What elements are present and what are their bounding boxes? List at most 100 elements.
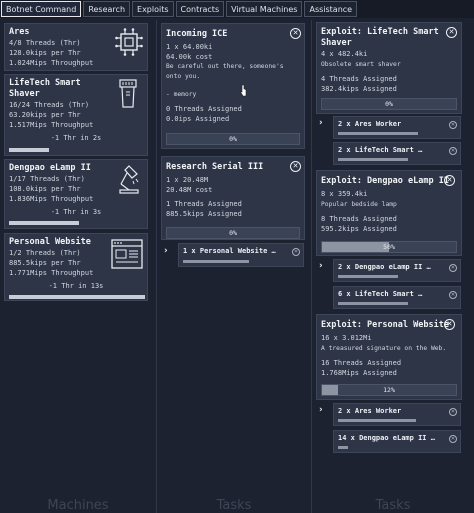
cpu-chip-icon [115, 28, 143, 56]
task-card-exploit-lifetech[interactable]: Exploit: LifeTech Smart Shaver 4 x 482.4… [316, 22, 462, 114]
subtask-label: 2 x LifeTech Smart … [338, 146, 423, 154]
task-qty: 8 x 359.4ki [321, 190, 368, 198]
close-subtask-button[interactable]: ✕ [449, 121, 457, 129]
task-description: A treasured signature on the Web. [321, 345, 447, 352]
task-qty: 1 x 20.48M [166, 176, 209, 184]
task-title-cont: Shaver [321, 38, 352, 48]
machine-throughput: 1.836Mips Throughput [9, 195, 94, 203]
task-tag: - memory [166, 91, 197, 98]
subtask-ares-worker[interactable]: 2 x Ares Worker ✕ [333, 403, 461, 426]
close-task-button[interactable]: ✕ [444, 319, 455, 330]
task-description: Be careful out there, someone's [166, 63, 284, 70]
browser-window-icon [111, 239, 143, 269]
tab-research[interactable]: Research [83, 1, 131, 17]
subtask-label: 6 x LifeTech Smart … [338, 290, 423, 298]
chevron-right-icon[interactable]: › [319, 118, 323, 128]
machine-card-dengpao-elamp[interactable]: Dengpao eLamp II 1/17 Threads (Thr) 108.… [4, 159, 148, 229]
task-title: Exploit: Personal Website [321, 320, 449, 330]
task-title: Exploit: LifeTech Smart [321, 27, 439, 37]
close-task-button[interactable]: ✕ [444, 175, 455, 186]
machine-name: LifeTech Smart Shaver [9, 78, 81, 99]
subtask-progress-bar [183, 260, 249, 263]
task-rate: 595.2kips Assigned [321, 225, 397, 233]
tasks-column-1-title: Tasks [216, 498, 252, 513]
task-cost: 20.48M cost [166, 186, 213, 194]
subtask-lifetech-smart[interactable]: 2 x LifeTech Smart … ✕ [333, 142, 461, 165]
machine-thread-timer: -1 Thr in 3s [50, 208, 102, 216]
task-progress-label: 50% [383, 243, 395, 251]
close-subtask-button[interactable]: ✕ [449, 291, 457, 299]
close-subtask-button[interactable]: ✕ [292, 248, 300, 256]
machine-thread-timer: -1 Thr in 2s [50, 134, 102, 142]
subtask-progress-bar [338, 275, 398, 278]
desk-lamp-icon [119, 165, 139, 194]
subtask-personal-website[interactable]: 1 x Personal Website … ✕ [178, 243, 304, 267]
thread-timer-bar [9, 295, 145, 299]
tab-botnet-command[interactable]: Botnet Command [1, 1, 82, 17]
subtask-progress-bar [338, 302, 408, 305]
subtask-label: 14 x Dengpao eLamp II … [338, 434, 435, 442]
close-subtask-button[interactable]: ✕ [449, 408, 457, 416]
close-task-button[interactable]: ✕ [290, 28, 301, 39]
task-progress-bar: 0% [166, 227, 300, 239]
tab-exploits[interactable]: Exploits [132, 1, 174, 17]
task-card-exploit-dengpao[interactable]: Exploit: Dengpao eLamp II 8 x 359.4ki Po… [316, 170, 462, 256]
task-title: Incoming ICE [166, 29, 228, 39]
machine-card-personal-website[interactable]: Personal Website 1/2 Threads (Thr) 885.5… [4, 233, 148, 301]
task-rate: 1.768Mips Assigned [321, 369, 397, 377]
machine-throughput: 1.771Mips Throughput [9, 269, 94, 277]
task-progress-bar: 12% [321, 384, 457, 396]
machines-column-title: Machines [47, 498, 109, 513]
machine-throughput: 1.517Mips Throughput [9, 121, 94, 129]
chevron-right-icon[interactable]: › [319, 405, 323, 415]
task-cost: 64.00k cost [166, 53, 213, 61]
chevron-right-icon[interactable]: › [164, 246, 168, 256]
tab-virtual-machines[interactable]: Virtual Machines [226, 1, 303, 17]
task-threads: 0 Threads Assigned [166, 105, 242, 113]
shaver-icon [119, 79, 137, 108]
machine-card-lifetech-shaver[interactable]: LifeTech Smart Shaver 16/24 Threads (Thr… [4, 74, 148, 156]
subtask-ares-worker[interactable]: 2 x Ares Worker ✕ [333, 116, 461, 139]
task-progress-bar: 50% [321, 241, 457, 253]
subtask-progress-bar [338, 446, 348, 449]
close-task-button[interactable]: ✕ [290, 161, 301, 172]
subtask-label: 2 x Ares Worker [338, 407, 402, 415]
task-description-cont: onto you. [166, 73, 201, 80]
subtask-lifetech-smart[interactable]: 6 x LifeTech Smart … ✕ [333, 286, 461, 309]
task-progress-label: 0% [229, 135, 237, 143]
task-rate: 382.4kips Assigned [321, 85, 397, 93]
task-progress-bar: 0% [321, 98, 457, 110]
task-threads: 4 Threads Assigned [321, 75, 397, 83]
subtask-label: 2 x Ares Worker [338, 120, 402, 128]
task-card-exploit-personal-website[interactable]: Exploit: Personal Website 16 x 3.012Mi A… [316, 314, 462, 400]
tasks-column-2-title: Tasks [375, 498, 411, 513]
task-card-incoming-ice[interactable]: Incoming ICE 1 x 64.00ki 64.00k cost Be … [161, 23, 305, 149]
task-qty: 16 x 3.012Mi [321, 334, 372, 342]
machine-thread-timer: -1 Thr in 13s [48, 282, 104, 290]
tab-bar: Botnet Command Research Exploits Contrac… [0, 0, 474, 18]
chevron-right-icon[interactable]: › [319, 261, 323, 271]
task-qty: 1 x 64.00ki [166, 43, 213, 51]
thread-timer-bar [9, 148, 49, 152]
close-subtask-button[interactable]: ✕ [449, 147, 457, 155]
task-progress-label: 12% [383, 386, 395, 394]
tab-contracts[interactable]: Contracts [175, 1, 225, 17]
machine-card-ares[interactable]: Ares 4/8 Threads (Thr) 128.0kips per Thr… [4, 23, 148, 71]
tab-assistance[interactable]: Assistance [304, 1, 358, 17]
task-progress-label: 0% [385, 100, 393, 108]
close-subtask-button[interactable]: ✕ [449, 435, 457, 443]
machine-throughput: 1.024Mips Throughput [9, 59, 94, 67]
subtask-dengpao-elamp[interactable]: 14 x Dengpao eLamp II … ✕ [333, 430, 461, 453]
close-subtask-button[interactable]: ✕ [449, 264, 457, 272]
subtask-dengpao-elamp[interactable]: 2 x Dengpao eLamp II … ✕ [333, 259, 461, 282]
subtask-label: 1 x Personal Website … [183, 247, 276, 255]
task-title: Exploit: Dengpao eLamp II [321, 176, 449, 186]
subtask-progress-bar [338, 132, 418, 135]
thread-timer-bar [9, 221, 79, 225]
subtask-label: 2 x Dengpao eLamp II … [338, 263, 431, 271]
task-progress-bar: 0% [166, 133, 300, 145]
machine-kips: 63.20kips per Thr [9, 111, 81, 119]
task-card-research-serial[interactable]: Research Serial III 1 x 20.48M 20.48M co… [161, 156, 305, 240]
subtask-progress-bar [338, 419, 416, 422]
close-task-button[interactable]: ✕ [446, 27, 457, 38]
